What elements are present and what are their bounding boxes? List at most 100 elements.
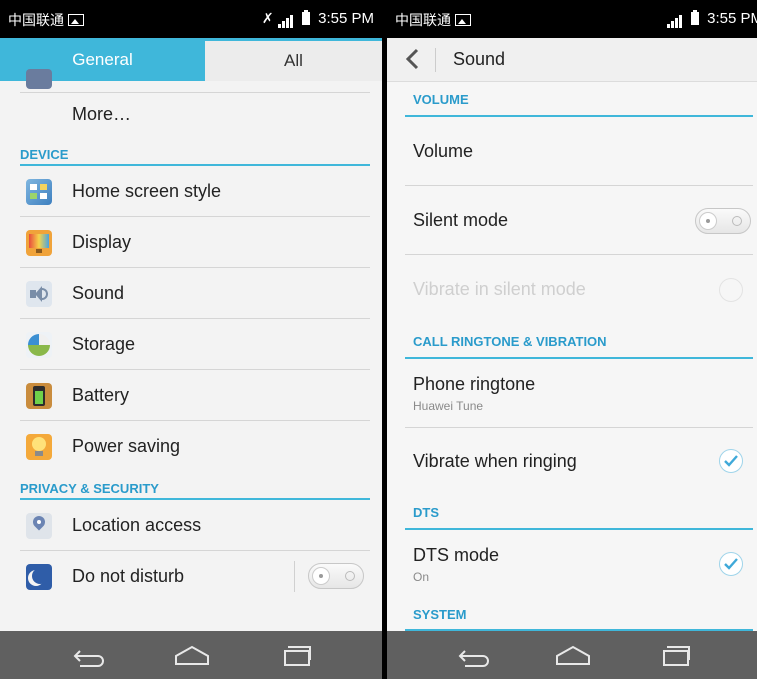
moon-icon	[26, 563, 52, 590]
settings-item-sound[interactable]: Sound	[0, 268, 382, 319]
section-system-label: SYSTEM	[413, 607, 467, 622]
section-privacy-security: PRIVACY & SECURITY	[0, 472, 382, 500]
home-nav-icon	[556, 645, 590, 665]
dts-mode-label: DTS mode	[413, 544, 500, 565]
settings-item-storage[interactable]: Storage	[0, 319, 382, 370]
settings-item-label: Home screen style	[72, 181, 222, 201]
carrier-text: 中国联通	[8, 13, 64, 29]
volume-item[interactable]: Volume	[387, 117, 757, 186]
status-bar: 中国联通 3:55 PM	[387, 0, 757, 38]
home-nav-icon	[175, 645, 209, 665]
silent-mode-item[interactable]: Silent mode	[387, 186, 757, 255]
right-screen: 中国联通 3:55 PM Sound VOLUME Volume Silent …	[387, 0, 757, 679]
section-volume-label: VOLUME	[413, 91, 469, 107]
left-screen: 中国联通 ✗ 3:55 PM General All More… DEVICE …	[0, 0, 382, 679]
phone-ringtone-label: Phone ringtone	[413, 374, 536, 394]
settings-item-home-screen-style[interactable]: Home screen style	[0, 166, 382, 217]
vibrate-silent-item: Vibrate in silent mode	[387, 255, 757, 323]
clock: 3:55 PM	[707, 10, 757, 27]
sound-settings-list: VOLUME Volume Silent mode Vibrate in sil…	[387, 81, 757, 631]
display-icon	[26, 229, 52, 256]
tab-bar: General All	[0, 38, 382, 81]
vibrate-when-ringing-item[interactable]: Vibrate when ringing	[387, 428, 757, 494]
storage-icon	[26, 331, 52, 358]
signal-icon	[666, 11, 683, 28]
power-saving-icon	[26, 433, 52, 460]
dts-mode-checkbox[interactable]	[719, 552, 743, 576]
vibrate-ringing-label: Vibrate when ringing	[413, 450, 577, 471]
home-nav-button[interactable]	[543, 631, 603, 679]
settings-item-label: Display	[72, 232, 132, 252]
location-icon	[26, 512, 52, 539]
recents-nav-button[interactable]	[645, 631, 705, 679]
tab-all-label: All	[284, 51, 303, 70]
silent-mode-toggle[interactable]	[695, 208, 751, 234]
back-nav-button[interactable]	[58, 631, 118, 679]
action-bar: Sound	[387, 38, 757, 82]
tab-general-label: General	[72, 49, 133, 69]
settings-item-location-access[interactable]: Location access	[0, 500, 382, 551]
sound-icon	[26, 280, 52, 307]
status-right: ✗ 3:55 PM	[262, 10, 374, 28]
settings-item-label: Do not disturb	[72, 566, 185, 586]
status-right: 3:55 PM	[666, 10, 757, 28]
carrier-label: 中国联通	[395, 10, 471, 30]
settings-item-label: Storage	[72, 334, 136, 354]
divider	[294, 561, 295, 592]
checkmark-icon	[724, 558, 738, 570]
back-nav-icon	[73, 650, 104, 667]
section-ringtone-label: CALL RINGTONE & VIBRATION	[413, 333, 607, 349]
recents-nav-button[interactable]	[266, 631, 326, 679]
battery-status-icon	[301, 10, 310, 25]
navigation-bar	[387, 631, 757, 679]
section-device: DEVICE	[0, 135, 382, 166]
settings-list: More… DEVICE Home screen style Display S…	[0, 69, 382, 602]
do-not-disturb-toggle[interactable]	[308, 563, 364, 589]
recents-nav-icon	[663, 646, 690, 666]
settings-item-do-not-disturb[interactable]: Do not disturb	[0, 551, 382, 602]
section-dts: DTS	[387, 494, 757, 530]
section-device-label: DEVICE	[20, 147, 69, 162]
home-nav-button[interactable]	[162, 631, 222, 679]
dts-mode-item[interactable]: DTS mode On	[387, 530, 757, 598]
section-volume: VOLUME	[387, 81, 757, 117]
image-notification-icon	[455, 14, 471, 26]
back-nav-button[interactable]	[443, 631, 503, 679]
navigation-bar	[0, 631, 382, 679]
battery-status-icon	[690, 10, 699, 25]
recents-nav-icon	[284, 646, 311, 666]
partial-app-icon	[26, 69, 52, 89]
settings-item-battery[interactable]: Battery	[0, 370, 382, 421]
home-screen-style-icon	[26, 178, 52, 205]
signal-icon	[277, 11, 294, 28]
clock: 3:55 PM	[318, 10, 374, 27]
carrier-label: 中国联通	[8, 10, 84, 30]
volume-label: Volume	[413, 141, 474, 161]
section-dts-label: DTS	[413, 504, 439, 520]
partial-row	[0, 69, 382, 93]
vibrate-silent-checkbox	[719, 278, 743, 302]
phone-ringtone-value: Huawei Tune	[413, 399, 484, 413]
settings-item-power-saving[interactable]: Power saving	[0, 421, 382, 472]
back-nav-icon	[458, 650, 489, 667]
divider	[435, 48, 436, 72]
section-call-ringtone: CALL RINGTONE & VIBRATION	[387, 323, 757, 359]
settings-item-display[interactable]: Display	[0, 217, 382, 268]
tab-all[interactable]: All	[205, 38, 382, 81]
vibrate-icon: ✗	[261, 10, 274, 26]
more-item[interactable]: More…	[0, 93, 382, 135]
checkmark-icon	[724, 455, 738, 467]
phone-ringtone-item[interactable]: Phone ringtone Huawei Tune	[387, 359, 757, 428]
settings-item-label: Location access	[72, 515, 202, 535]
settings-item-label: Power saving	[72, 436, 181, 456]
vibrate-ringing-checkbox[interactable]	[719, 449, 743, 473]
settings-item-label: Sound	[72, 283, 125, 303]
section-system: SYSTEM	[387, 598, 757, 631]
more-label: More…	[72, 103, 132, 124]
carrier-text: 中国联通	[395, 13, 451, 29]
dts-mode-value: On	[413, 569, 430, 584]
back-button[interactable]	[399, 46, 425, 72]
section-privacy-label: PRIVACY & SECURITY	[20, 481, 159, 496]
settings-item-label: Battery	[72, 385, 130, 405]
image-notification-icon	[68, 14, 84, 26]
